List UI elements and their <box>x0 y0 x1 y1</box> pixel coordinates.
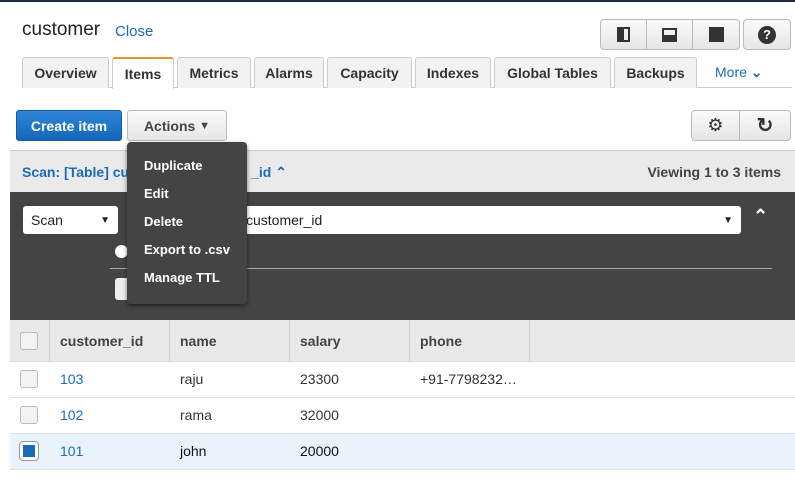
menu-item-manage-ttl[interactable]: Manage TTL <box>127 264 247 292</box>
viewing-count: Viewing 1 to 3 items <box>647 164 781 180</box>
customer-id-link[interactable]: 102 <box>50 398 83 432</box>
tab-bar: Overview Items Metrics Alarms Capacity I… <box>22 57 792 89</box>
salary-cell: 23300 <box>300 371 339 387</box>
phone-cell: +91-7798232… <box>420 371 517 387</box>
menu-item-duplicate[interactable]: Duplicate <box>127 152 247 180</box>
scan-title-right: _id <box>251 164 272 180</box>
customer-id-link[interactable]: 101 <box>50 434 83 468</box>
close-link[interactable]: Close <box>115 23 153 40</box>
layout-toggle-group <box>600 19 740 50</box>
refresh-icon[interactable]: ↻ <box>740 111 790 140</box>
scan-mode-select[interactable]: Scan ▼ <box>23 206 118 234</box>
column-header-name[interactable]: name <box>170 320 290 362</box>
name-cell: john <box>180 443 207 459</box>
table-header: customer_id name salary phone <box>10 320 795 362</box>
dropdown-arrow-icon: ▼ <box>100 214 110 226</box>
salary-cell: 20000 <box>300 443 339 459</box>
menu-item-export-csv[interactable]: Export to .csv <box>127 236 247 264</box>
tab-metrics[interactable]: Metrics <box>177 57 251 88</box>
chevron-down-icon: ⌄ <box>750 64 763 80</box>
name-cell: rama <box>180 407 212 423</box>
row-checkbox[interactable] <box>20 406 38 424</box>
tab-global-tables[interactable]: Global Tables <box>494 57 611 88</box>
help-button[interactable]: ? <box>743 19 791 50</box>
name-cell: raju <box>180 371 204 387</box>
row-checkbox-checked[interactable] <box>19 441 39 461</box>
chevron-up-icon: ⌃ <box>275 164 287 180</box>
select-all-checkbox[interactable] <box>20 332 38 350</box>
layout-split-horizontal-icon[interactable] <box>647 20 693 49</box>
help-icon[interactable]: ? <box>744 20 790 49</box>
actions-menu: Duplicate Edit Delete Export to .csv Man… <box>127 142 247 304</box>
layout-full-icon[interactable] <box>693 20 739 49</box>
table-row[interactable]: 103 raju 23300 +91-7798232… <box>10 362 795 398</box>
dropdown-arrow-icon: ▼ <box>723 214 733 226</box>
table-tools-group: ⚙ ↻ <box>691 110 791 141</box>
column-header-phone[interactable]: phone <box>410 320 530 362</box>
tab-backups[interactable]: Backups <box>614 57 697 88</box>
menu-item-edit[interactable]: Edit <box>127 180 247 208</box>
actions-button[interactable]: Actions ▼ <box>127 110 227 141</box>
column-header-salary[interactable]: salary <box>290 320 410 362</box>
scan-mode-value: Scan <box>31 212 63 228</box>
table-row[interactable]: 102 rama 32000 <box>10 398 795 434</box>
more-label: More <box>715 64 747 80</box>
create-item-button[interactable]: Create item <box>16 110 122 141</box>
layout-split-vertical-icon[interactable] <box>601 20 647 49</box>
tab-alarms[interactable]: Alarms <box>254 57 324 88</box>
customer-id-link[interactable]: 103 <box>50 362 83 396</box>
row-checkbox[interactable] <box>20 370 38 388</box>
chevron-down-icon: ▼ <box>199 119 211 132</box>
more-tabs-dropdown[interactable]: More ⌄ <box>715 64 763 81</box>
select-all-cell <box>10 320 50 362</box>
scan-title-left: Scan: [Table] cu <box>22 164 130 180</box>
table-row-selected[interactable]: 101 john 20000 <box>10 434 795 470</box>
collapse-panel-icon[interactable]: ⌃ <box>753 206 768 227</box>
column-header-customer-id[interactable]: customer_id <box>50 320 170 362</box>
tab-indexes[interactable]: Indexes <box>415 57 491 88</box>
salary-cell: 32000 <box>300 407 339 423</box>
settings-gear-icon[interactable]: ⚙ <box>692 111 740 140</box>
tab-capacity[interactable]: Capacity <box>327 57 412 88</box>
actions-label: Actions <box>143 117 196 134</box>
tab-overview[interactable]: Overview <box>22 57 109 88</box>
tab-items[interactable]: Items <box>112 57 174 89</box>
table-title: customer <box>22 19 101 40</box>
menu-item-delete[interactable]: Delete <box>127 208 247 236</box>
